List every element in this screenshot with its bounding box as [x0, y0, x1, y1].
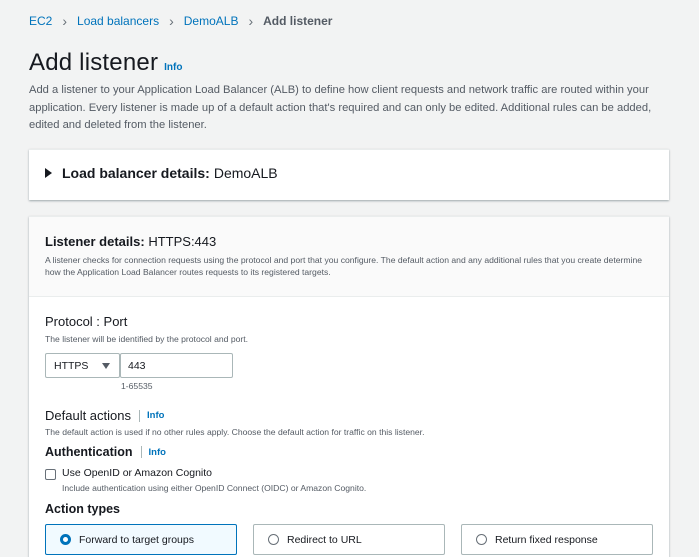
protocol-port-description: The listener will be identified by the p… — [45, 334, 249, 344]
default-actions-header: Default actions Info — [45, 408, 164, 423]
listener-details-value: HTTPS:443 — [148, 234, 217, 249]
chevron-right-icon: › — [62, 13, 68, 29]
action-type-redirect-tile[interactable]: Redirect to URL — [253, 524, 445, 555]
openid-cognito-checkbox[interactable] — [45, 469, 56, 480]
protocol-select[interactable]: HTTPS — [45, 353, 120, 378]
default-actions-description: The default action is used if no other r… — [45, 427, 425, 437]
caret-down-icon — [102, 363, 110, 369]
load-balancer-details-panel: Load balancer details: DemoALB — [29, 149, 669, 200]
listener-details-description: A listener checks for connection request… — [45, 255, 642, 277]
listener-details-title: Listener details: HTTPS:443 — [45, 234, 216, 249]
load-balancer-name: DemoALB — [213, 165, 278, 181]
port-input[interactable] — [120, 353, 233, 378]
listener-details-header: Listener details: HTTPS:443 A listener c… — [29, 217, 669, 297]
protocol-select-value: HTTPS — [54, 359, 89, 372]
action-type-forward-label: Forward to target groups — [79, 533, 194, 546]
caret-right-icon — [45, 168, 52, 178]
breadcrumb-load-balancers[interactable]: Load balancers — [77, 14, 159, 28]
authentication-info-link[interactable]: Info — [149, 447, 166, 458]
divider — [140, 446, 142, 458]
chevron-right-icon: › — [248, 13, 254, 29]
page-title: Add listener — [29, 49, 159, 76]
load-balancer-details-toggle[interactable]: Load balancer details: DemoALB — [45, 165, 278, 181]
breadcrumb-demoalb[interactable]: DemoALB — [184, 14, 239, 28]
load-balancer-details-label: Load balancer details: — [62, 165, 210, 181]
action-type-redirect-label: Redirect to URL — [287, 533, 362, 546]
listener-details-label: Listener details: — [45, 234, 145, 249]
action-type-fixed-response-tile[interactable]: Return fixed response — [461, 524, 653, 555]
default-actions-label: Default actions — [45, 408, 131, 423]
openid-cognito-checkbox-label[interactable]: Use OpenID or Amazon Cognito — [62, 467, 212, 479]
action-type-redirect-radio[interactable] — [268, 534, 279, 545]
chevron-right-icon: › — [169, 13, 174, 29]
action-type-forward-radio[interactable] — [60, 534, 71, 545]
page-info-link[interactable]: Info — [164, 62, 182, 73]
action-types-label: Action types — [45, 502, 121, 516]
page-description: Add a listener to your Application Load … — [29, 84, 652, 131]
action-type-forward-tile[interactable]: Forward to target groups — [45, 524, 237, 555]
action-type-fixed-response-radio[interactable] — [476, 534, 487, 545]
listener-details-panel: Listener details: HTTPS:443 A listener c… — [29, 216, 669, 557]
divider — [139, 409, 140, 422]
authentication-label: Authentication — [45, 445, 133, 459]
breadcrumb-ec2[interactable]: EC2 — [29, 14, 52, 28]
port-hint: 1-65535 — [121, 381, 153, 391]
breadcrumb: EC2 › Load balancers › DemoALB › Add lis… — [29, 14, 332, 28]
action-type-fixed-response-label: Return fixed response — [495, 533, 598, 546]
default-actions-info-link[interactable]: Info — [147, 410, 164, 421]
breadcrumb-current: Add listener — [263, 14, 333, 28]
openid-cognito-description: Include authentication using either Open… — [62, 483, 367, 493]
protocol-port-label: Protocol : Port — [45, 314, 128, 329]
authentication-header: Authentication Info — [45, 445, 166, 459]
page-header: Add listener Info — [29, 49, 182, 77]
